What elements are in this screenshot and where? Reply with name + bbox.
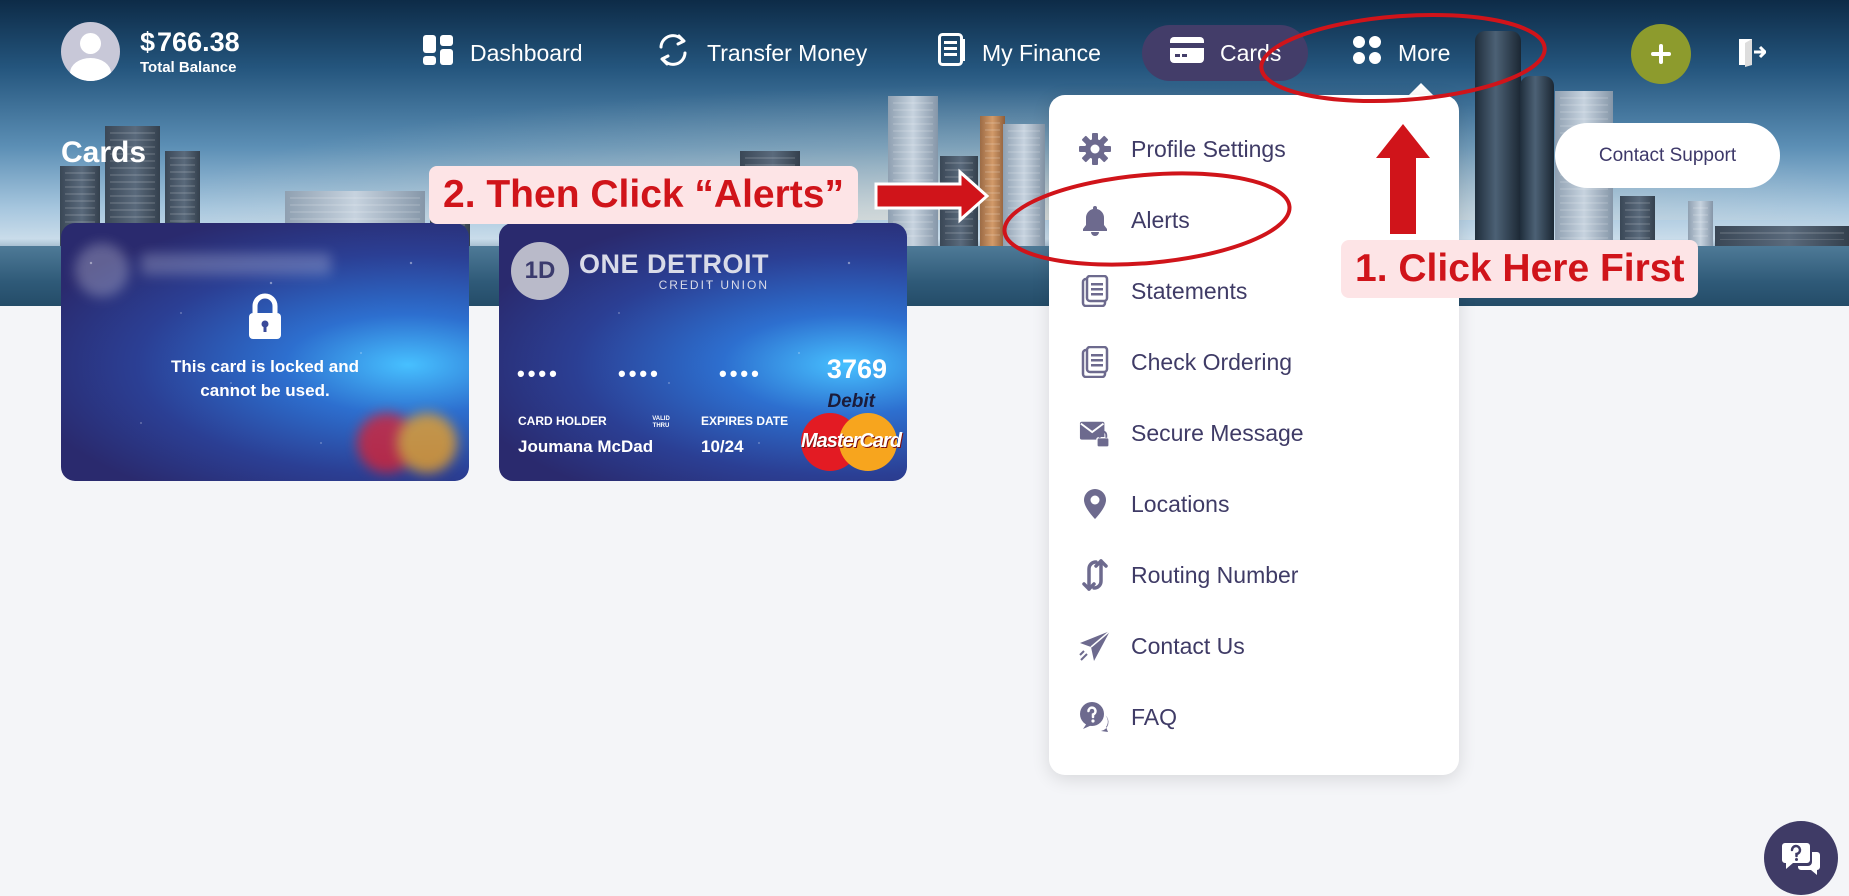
more-dropdown-menu: Profile Settings Alerts Statements Check… [1049, 95, 1459, 775]
card-last4: 3769 [826, 354, 887, 384]
menu-item-label: FAQ [1131, 703, 1178, 730]
ledger-icon [938, 33, 966, 73]
mastercard-logo: MasterCard [801, 413, 902, 471]
page-title: Cards [61, 136, 147, 169]
skyline-building [1715, 226, 1849, 246]
menu-item-label: Routing Number [1131, 561, 1299, 588]
card-holder-name: Joumana McDad [518, 437, 654, 456]
locked-card[interactable]: This card is locked and cannot be used. [61, 223, 469, 481]
lock-icon [249, 293, 281, 339]
menu-item-profile-settings[interactable]: Profile Settings [1079, 129, 1439, 169]
avatar-shoulders [70, 58, 111, 81]
logout-icon [1739, 39, 1768, 67]
balance-amount: $766.38 [140, 27, 240, 57]
skyline-building [980, 116, 1005, 246]
card-network: MasterCard [801, 430, 902, 452]
menu-item-routing-number[interactable]: Routing Number [1079, 555, 1439, 595]
skyline-tower [1475, 31, 1521, 246]
nav-more-label: More [1398, 39, 1451, 66]
help-chat-button[interactable] [1764, 821, 1838, 895]
nav-dashboard[interactable]: Dashboard [422, 25, 583, 81]
menu-item-label: Contact Us [1131, 632, 1245, 659]
debit-card[interactable]: 1D ONE DETROIT CREDIT UNION •••• •••• ••… [499, 223, 907, 481]
menu-item-contact-us[interactable]: Contact Us [1079, 626, 1439, 666]
expires-value: 10/24 [701, 437, 744, 456]
masked-digits-2: •••• [618, 361, 661, 386]
balance-label: Total Balance [140, 59, 237, 76]
nav-cards[interactable]: Cards [1142, 25, 1308, 81]
nav-dashboard-label: Dashboard [470, 39, 583, 66]
brand-name: ONE DETROIT CREDIT UNION [579, 250, 769, 292]
lock-message: This card is locked and cannot be used. [170, 357, 359, 400]
help-chat-icon [1782, 843, 1820, 875]
expires-label: EXPIRES DATE [701, 414, 789, 428]
step2-callout: 2. Then Click “Alerts” [429, 166, 858, 224]
skyline-building [940, 156, 978, 246]
grid-dots-icon [1352, 35, 1382, 71]
menu-item-locations[interactable]: Locations [1079, 484, 1439, 524]
brand-logo: 1D [511, 242, 569, 300]
nav-finance-label: My Finance [982, 39, 1101, 66]
document-icon [1079, 275, 1111, 307]
nav-transfer-label: Transfer Money [707, 39, 868, 66]
menu-item-label: Profile Settings [1131, 135, 1286, 162]
menu-item-secure-message[interactable]: Secure Message [1079, 413, 1439, 453]
gear-icon [1079, 133, 1111, 165]
logout-button[interactable] [1736, 37, 1768, 72]
dashboard-icon [422, 34, 454, 72]
plus-icon [1651, 44, 1671, 64]
brand-name-sub: CREDIT UNION [658, 278, 770, 292]
bell-icon [1079, 204, 1111, 236]
map-pin-icon [1079, 488, 1111, 520]
balance-value: 766.38 [157, 27, 240, 57]
swap-arrows-icon [1079, 559, 1111, 591]
card-brand: 1D ONE DETROIT CREDIT UNION [511, 242, 769, 300]
total-balance: $766.38 Total Balance [140, 27, 240, 76]
skyline-building [1003, 124, 1045, 246]
lock-overlay: This card is locked and cannot be used. [61, 223, 469, 481]
currency-symbol: $ [140, 27, 156, 57]
add-button[interactable] [1631, 24, 1691, 84]
user-balance-block: $766.38 Total Balance [61, 22, 240, 81]
transfer-arrows-icon [655, 33, 691, 73]
skyline-building [1620, 196, 1655, 246]
nav-more[interactable]: More [1352, 25, 1450, 81]
question-chat-icon [1079, 701, 1111, 733]
card-holder-label: CARD HOLDER [518, 414, 607, 428]
menu-item-label: Alerts [1131, 206, 1190, 233]
envelope-lock-icon [1079, 417, 1111, 449]
menu-item-check-ordering[interactable]: Check Ordering [1079, 342, 1439, 382]
brand-name-main: ONE DETROIT [579, 249, 770, 279]
skyline-tower [1520, 76, 1554, 246]
masked-digits-3: •••• [719, 361, 762, 386]
nav-transfer-money[interactable]: Transfer Money [655, 25, 867, 81]
avatar[interactable] [61, 22, 120, 81]
valid-thru-label: VALID THRU [652, 416, 670, 429]
menu-item-label: Secure Message [1131, 419, 1304, 446]
step1-callout: 1. Click Here First [1341, 240, 1699, 298]
nav-cards-label: Cards [1220, 39, 1282, 66]
menu-item-alerts[interactable]: Alerts [1079, 200, 1439, 240]
paper-plane-icon [1079, 630, 1111, 662]
contact-support-button[interactable]: Contact Support [1555, 123, 1780, 188]
menu-item-label: Locations [1131, 490, 1230, 517]
masked-digits-1: •••• [517, 361, 560, 386]
credit-card-icon [1170, 37, 1204, 69]
menu-item-label: Check Ordering [1131, 348, 1293, 375]
nav-my-finance[interactable]: My Finance [938, 25, 1101, 81]
card-type: Debit [827, 391, 876, 412]
document-icon [1079, 346, 1111, 378]
user-icon [80, 33, 101, 54]
menu-item-label: Statements [1131, 277, 1248, 304]
menu-item-faq[interactable]: FAQ [1079, 697, 1439, 737]
